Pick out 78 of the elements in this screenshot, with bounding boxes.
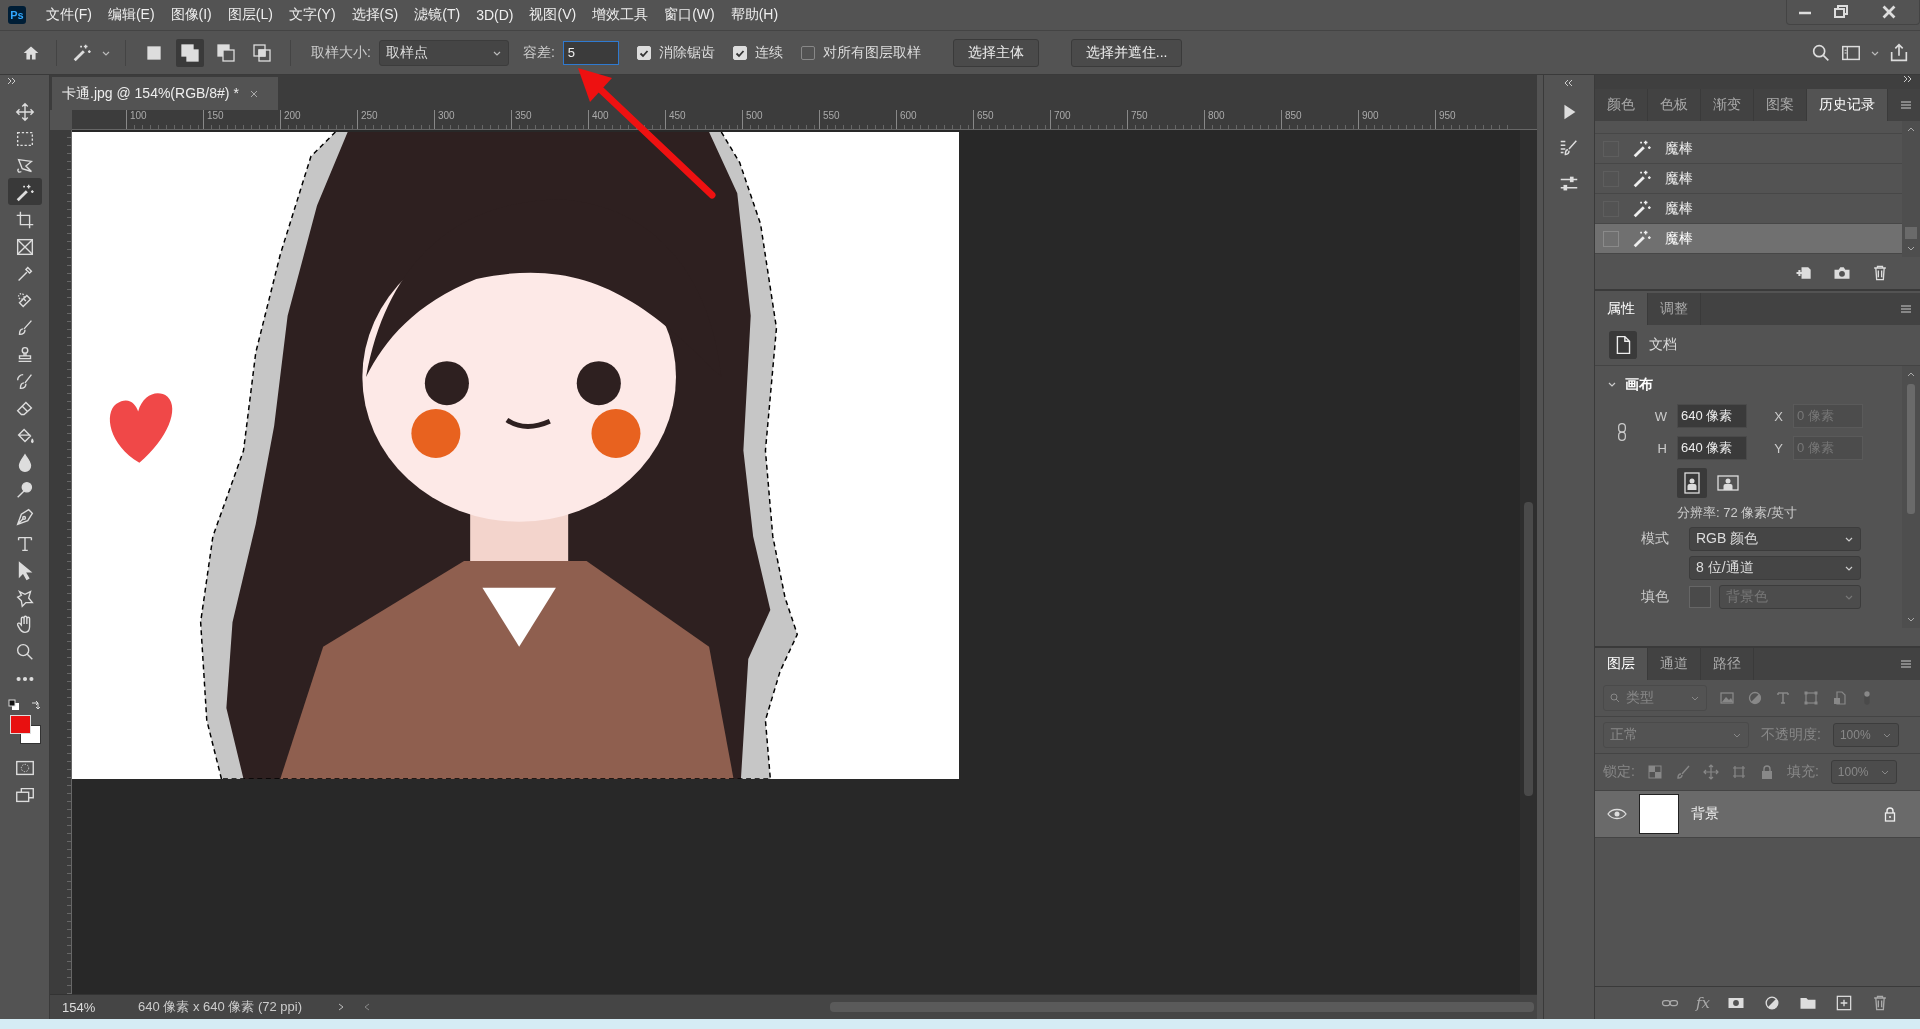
layer-thumbnail [1639, 794, 1679, 834]
collapse-chevron-icon[interactable] [1902, 75, 1914, 83]
menu-item[interactable]: 文件(F) [38, 6, 100, 24]
menu-item[interactable]: 3D(D) [468, 7, 522, 23]
panel-tab[interactable]: 调整 [1648, 293, 1701, 325]
chevron-right-icon[interactable] [336, 1002, 346, 1012]
checkbox-label: 对所有图层取样 [822, 43, 921, 62]
field-label: W [1653, 408, 1667, 424]
lock-icon[interactable] [1882, 806, 1898, 822]
link-icon[interactable] [1617, 422, 1627, 442]
panel-tab[interactable]: 通道 [1648, 648, 1701, 680]
menu-item[interactable]: 窗口(W) [656, 6, 723, 24]
panel-tab[interactable]: 渐变 [1701, 89, 1754, 121]
new-layer-icon[interactable] [1834, 993, 1854, 1013]
zoom-level[interactable]: 154% [50, 999, 122, 1015]
fill-color-swatch[interactable] [1689, 586, 1711, 608]
document-label: 文档 [1649, 336, 1677, 354]
section-title: 画布 [1625, 376, 1653, 394]
search-icon [1610, 693, 1620, 703]
resolution-text: 分辨率: 72 像素/英寸 [1676, 504, 1798, 522]
app-logo: Ps [8, 6, 26, 24]
swap-colors-icon[interactable] [29, 699, 42, 711]
add-selection-icon[interactable] [176, 38, 204, 67]
collapse-chevron-icon[interactable] [6, 77, 18, 85]
menu-item[interactable]: 图像(I) [162, 6, 220, 24]
dimension-input-field[interactable]: 640 像素 [1677, 404, 1747, 428]
checkbox-label: 连续 [754, 43, 783, 62]
menu-icon[interactable] [1900, 100, 1912, 110]
menu-icon[interactable] [1900, 304, 1912, 314]
color-swatches-icon[interactable] [7, 715, 42, 747]
checkbox-label: 消除锯齿 [658, 43, 715, 62]
menu-icon[interactable] [1900, 659, 1912, 669]
dimension-input-field[interactable]: 640 像素 [1677, 436, 1747, 460]
menu-item[interactable]: 视图(V) [521, 6, 585, 24]
tolerance-input-field[interactable]: 5 [562, 40, 619, 65]
bit-depth-dropdown[interactable]: 8 位/通道 [1689, 556, 1861, 580]
field-label: Y [1773, 440, 1783, 456]
expand-chevron-icon[interactable] [1563, 79, 1575, 87]
layer-row[interactable]: 背景 [1595, 791, 1920, 838]
tolerance-label: 容差: [522, 43, 555, 62]
option-button[interactable]: 选择并遮住... [1070, 38, 1183, 67]
document-icon [1609, 331, 1637, 359]
panel-tab[interactable]: 历史记录 [1807, 89, 1888, 121]
history-item[interactable]: 魔棒 [1595, 164, 1902, 194]
panel-tab[interactable]: 颜色 [1595, 89, 1648, 121]
menu-item[interactable]: 图层(L) [219, 6, 281, 24]
field-label: X [1773, 408, 1783, 424]
menu-item[interactable]: 选择(S) [343, 6, 407, 24]
close-icon[interactable] [248, 88, 259, 99]
menu-item[interactable]: 增效工具 [584, 6, 657, 24]
option-button[interactable]: 选择主体 [952, 38, 1039, 67]
document-info: 640 像素 x 640 像素 (72 ppi) [137, 998, 304, 1016]
menu-item[interactable]: 帮助(H) [722, 6, 787, 24]
color-mode-dropdown[interactable]: RGB 颜色 [1689, 527, 1861, 551]
menu-item[interactable]: 文字(Y) [280, 6, 344, 24]
panel-tab[interactable]: 图层 [1595, 648, 1648, 680]
menu-item[interactable]: 编辑(E) [99, 6, 163, 24]
checkbox[interactable] [800, 45, 815, 60]
history-item[interactable]: 魔棒 [1595, 134, 1902, 164]
panel-tab[interactable]: 属性 [1595, 293, 1648, 325]
share-icon[interactable] [1888, 41, 1910, 64]
document-tab[interactable]: 卡通.jpg @ 154%(RGB/8#) * [52, 77, 278, 110]
field-label: H [1656, 440, 1667, 456]
portrait-icon[interactable] [1677, 468, 1707, 498]
sample-size-label: 取样大小: [311, 43, 371, 62]
menu-item[interactable]: 滤镜(T) [406, 6, 469, 24]
panel-tab[interactable]: 路径 [1701, 648, 1754, 680]
sample-size-dropdown[interactable]: 取样点 [378, 39, 509, 66]
eye-icon[interactable] [1607, 808, 1627, 820]
magic-wand-icon[interactable] [7, 178, 42, 205]
mode-label: 模式 [1641, 530, 1670, 548]
history-item[interactable]: 魔棒 [1595, 224, 1902, 254]
scrollbar-thumb[interactable] [1524, 502, 1533, 796]
scrollbar-thumb[interactable] [1907, 384, 1915, 514]
scrollbar-thumb[interactable] [1905, 227, 1917, 239]
panel-tab[interactable]: 色板 [1648, 89, 1701, 121]
default-colors-icon[interactable] [7, 699, 20, 711]
fill-label: 填色 [1641, 588, 1670, 606]
